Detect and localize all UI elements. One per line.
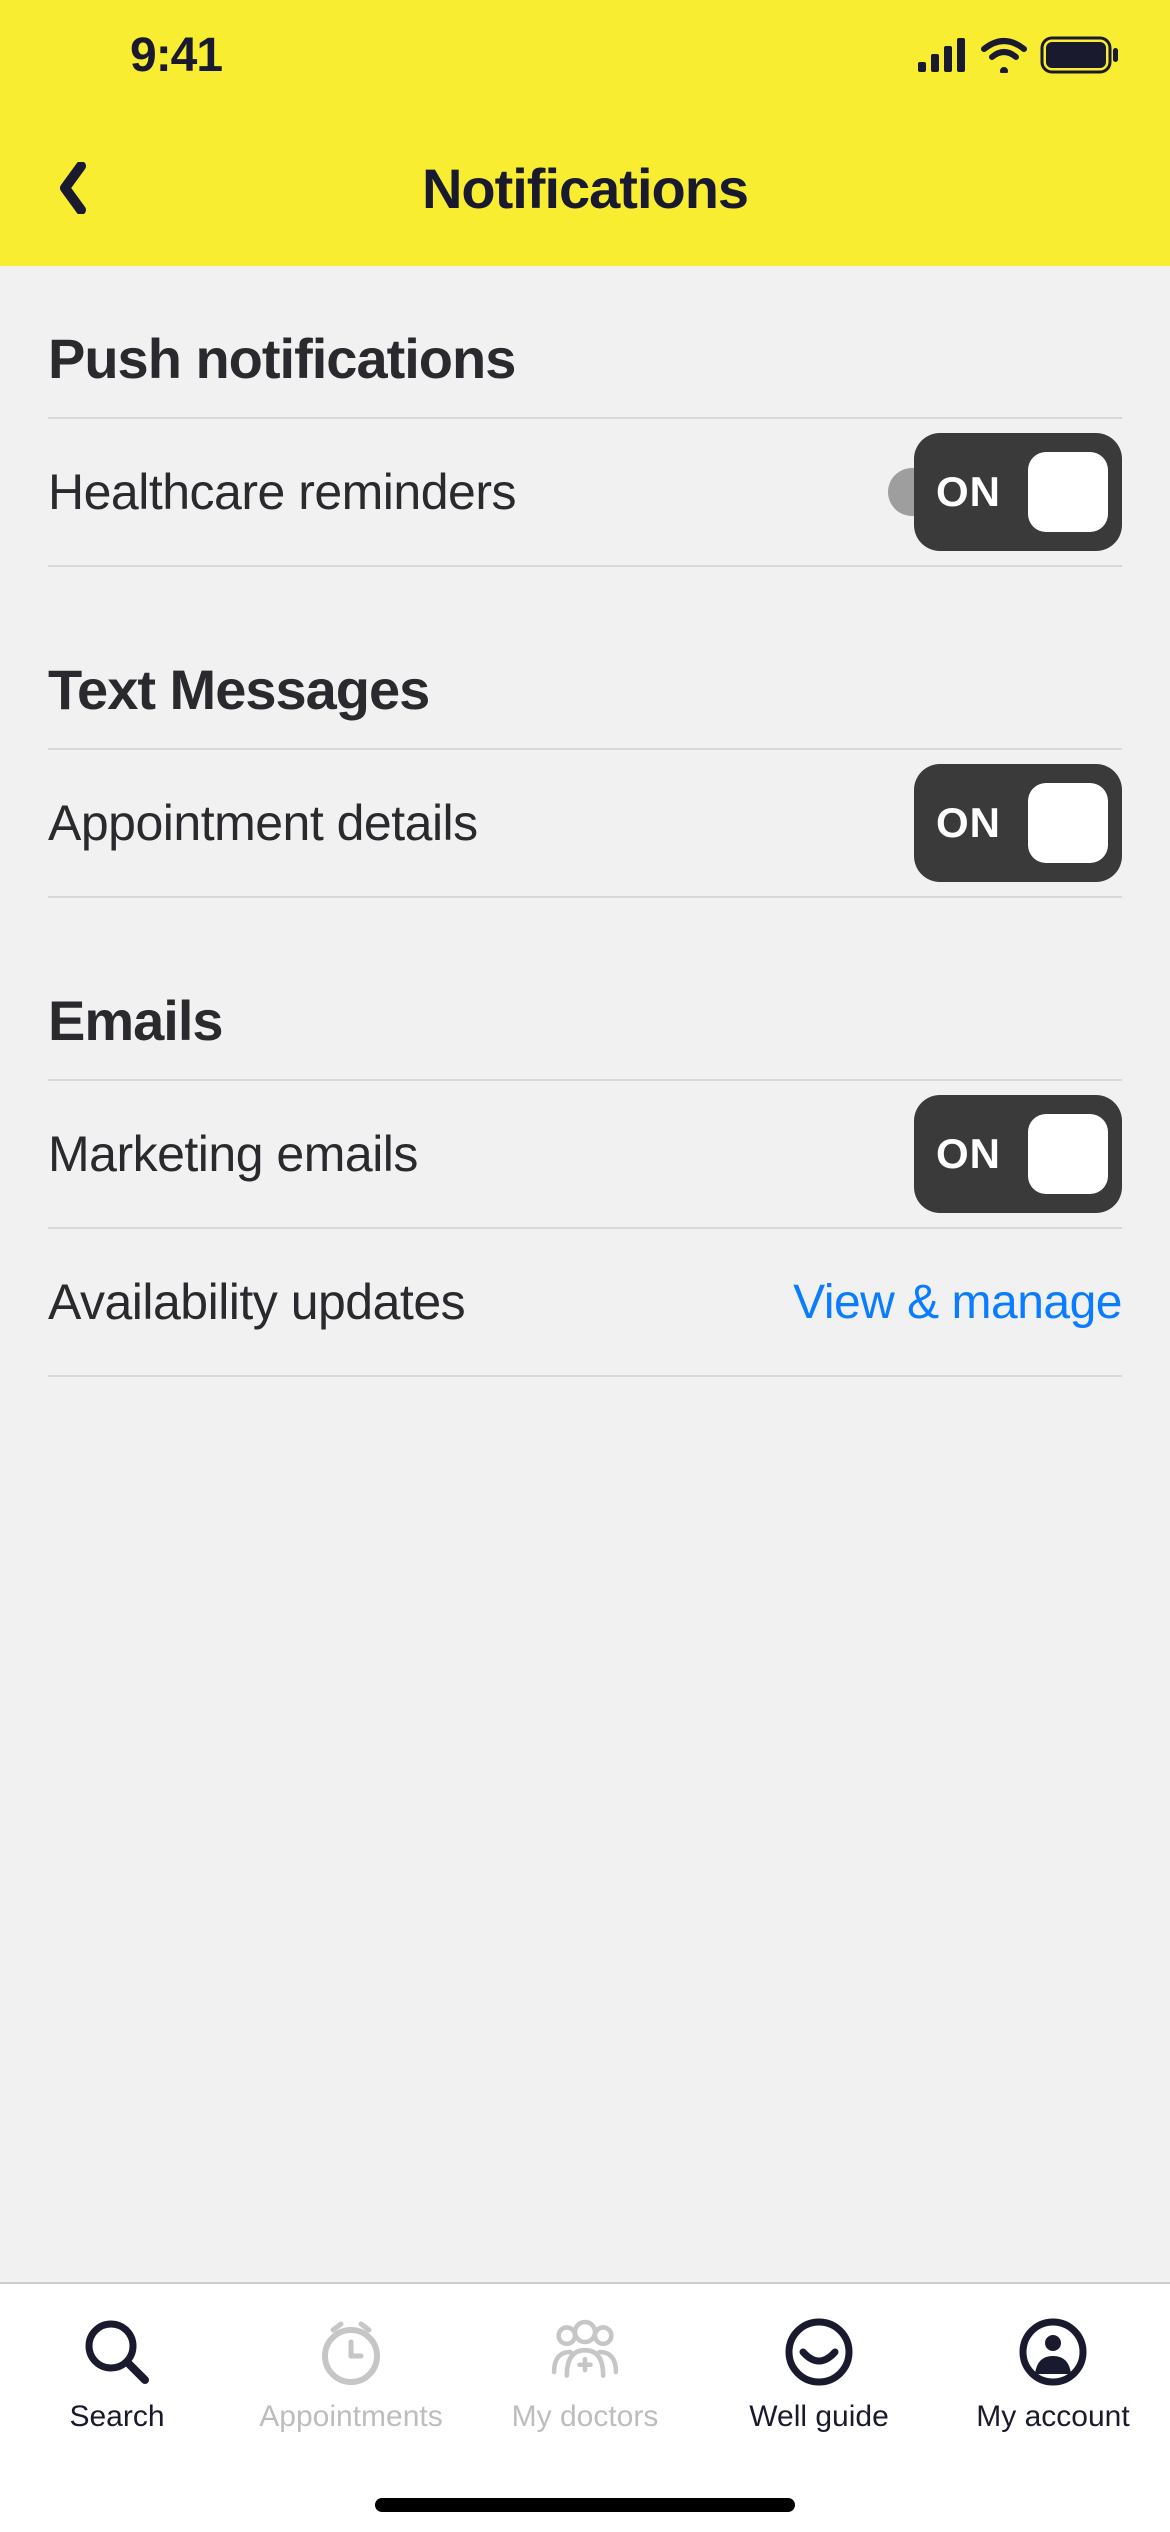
tab-my-account[interactable]: My account xyxy=(936,2312,1170,2532)
toggle-knob xyxy=(1028,452,1108,532)
row-label-healthcare: Healthcare reminders xyxy=(48,463,516,521)
row-label-appointment: Appointment details xyxy=(48,794,478,852)
page-title: Notifications xyxy=(0,156,1170,221)
tab-label-appointments: Appointments xyxy=(259,2400,442,2434)
tab-label-my-doctors: My doctors xyxy=(512,2400,659,2434)
toggle-state-label: ON xyxy=(936,1130,1001,1178)
row-label-marketing: Marketing emails xyxy=(48,1125,418,1183)
battery-icon xyxy=(1040,36,1120,74)
account-icon xyxy=(1013,2312,1093,2392)
status-time: 9:41 xyxy=(130,28,222,83)
tab-label-search: Search xyxy=(69,2400,164,2434)
doctors-icon xyxy=(545,2312,625,2392)
toggle-wrap-healthcare: ON xyxy=(914,433,1122,551)
toggle-appointment-details[interactable]: ON xyxy=(914,764,1122,882)
toggle-marketing-emails[interactable]: ON xyxy=(914,1095,1122,1213)
toggle-knob xyxy=(1028,783,1108,863)
wifi-icon xyxy=(980,37,1028,73)
home-indicator[interactable] xyxy=(375,2498,795,2512)
status-icons xyxy=(918,36,1120,74)
toggle-state-label: ON xyxy=(936,468,1001,516)
toggle-wrap-marketing: ON xyxy=(914,1095,1122,1213)
row-label-availability: Availability updates xyxy=(48,1273,465,1331)
section-title-emails: Emails xyxy=(48,988,1122,1081)
row-appointment-details: Appointment details ON xyxy=(48,750,1122,898)
tab-search[interactable]: Search xyxy=(0,2312,234,2532)
section-push-notifications: Push notifications Healthcare reminders … xyxy=(48,326,1122,567)
toggle-wrap-appointment: ON xyxy=(914,764,1122,882)
section-title-push: Push notifications xyxy=(48,326,1122,419)
toggle-state-label: ON xyxy=(936,799,1001,847)
content: Push notifications Healthcare reminders … xyxy=(0,326,1170,1377)
smile-icon xyxy=(779,2312,859,2392)
cellular-signal-icon xyxy=(918,38,968,72)
nav-bar: Notifications xyxy=(0,110,1170,266)
clock-icon xyxy=(311,2312,391,2392)
row-healthcare-reminders: Healthcare reminders ON xyxy=(48,419,1122,567)
chevron-left-icon xyxy=(57,162,87,214)
search-icon xyxy=(77,2312,157,2392)
row-marketing-emails: Marketing emails ON xyxy=(48,1081,1122,1229)
link-view-manage[interactable]: View & manage xyxy=(793,1275,1122,1330)
tab-label-well-guide: Well guide xyxy=(749,2400,889,2434)
section-emails: Emails Marketing emails ON Availability … xyxy=(48,988,1122,1377)
back-button[interactable] xyxy=(42,158,102,218)
tab-label-my-account: My account xyxy=(976,2400,1129,2434)
toggle-healthcare-reminders[interactable]: ON xyxy=(914,433,1122,551)
row-availability-updates: Availability updates View & manage xyxy=(48,1229,1122,1377)
section-title-text: Text Messages xyxy=(48,657,1122,750)
status-bar: 9:41 xyxy=(0,0,1170,110)
tab-bar: Search Appointments xyxy=(0,2282,1170,2532)
section-text-messages: Text Messages Appointment details ON xyxy=(48,657,1122,898)
toggle-knob xyxy=(1028,1114,1108,1194)
